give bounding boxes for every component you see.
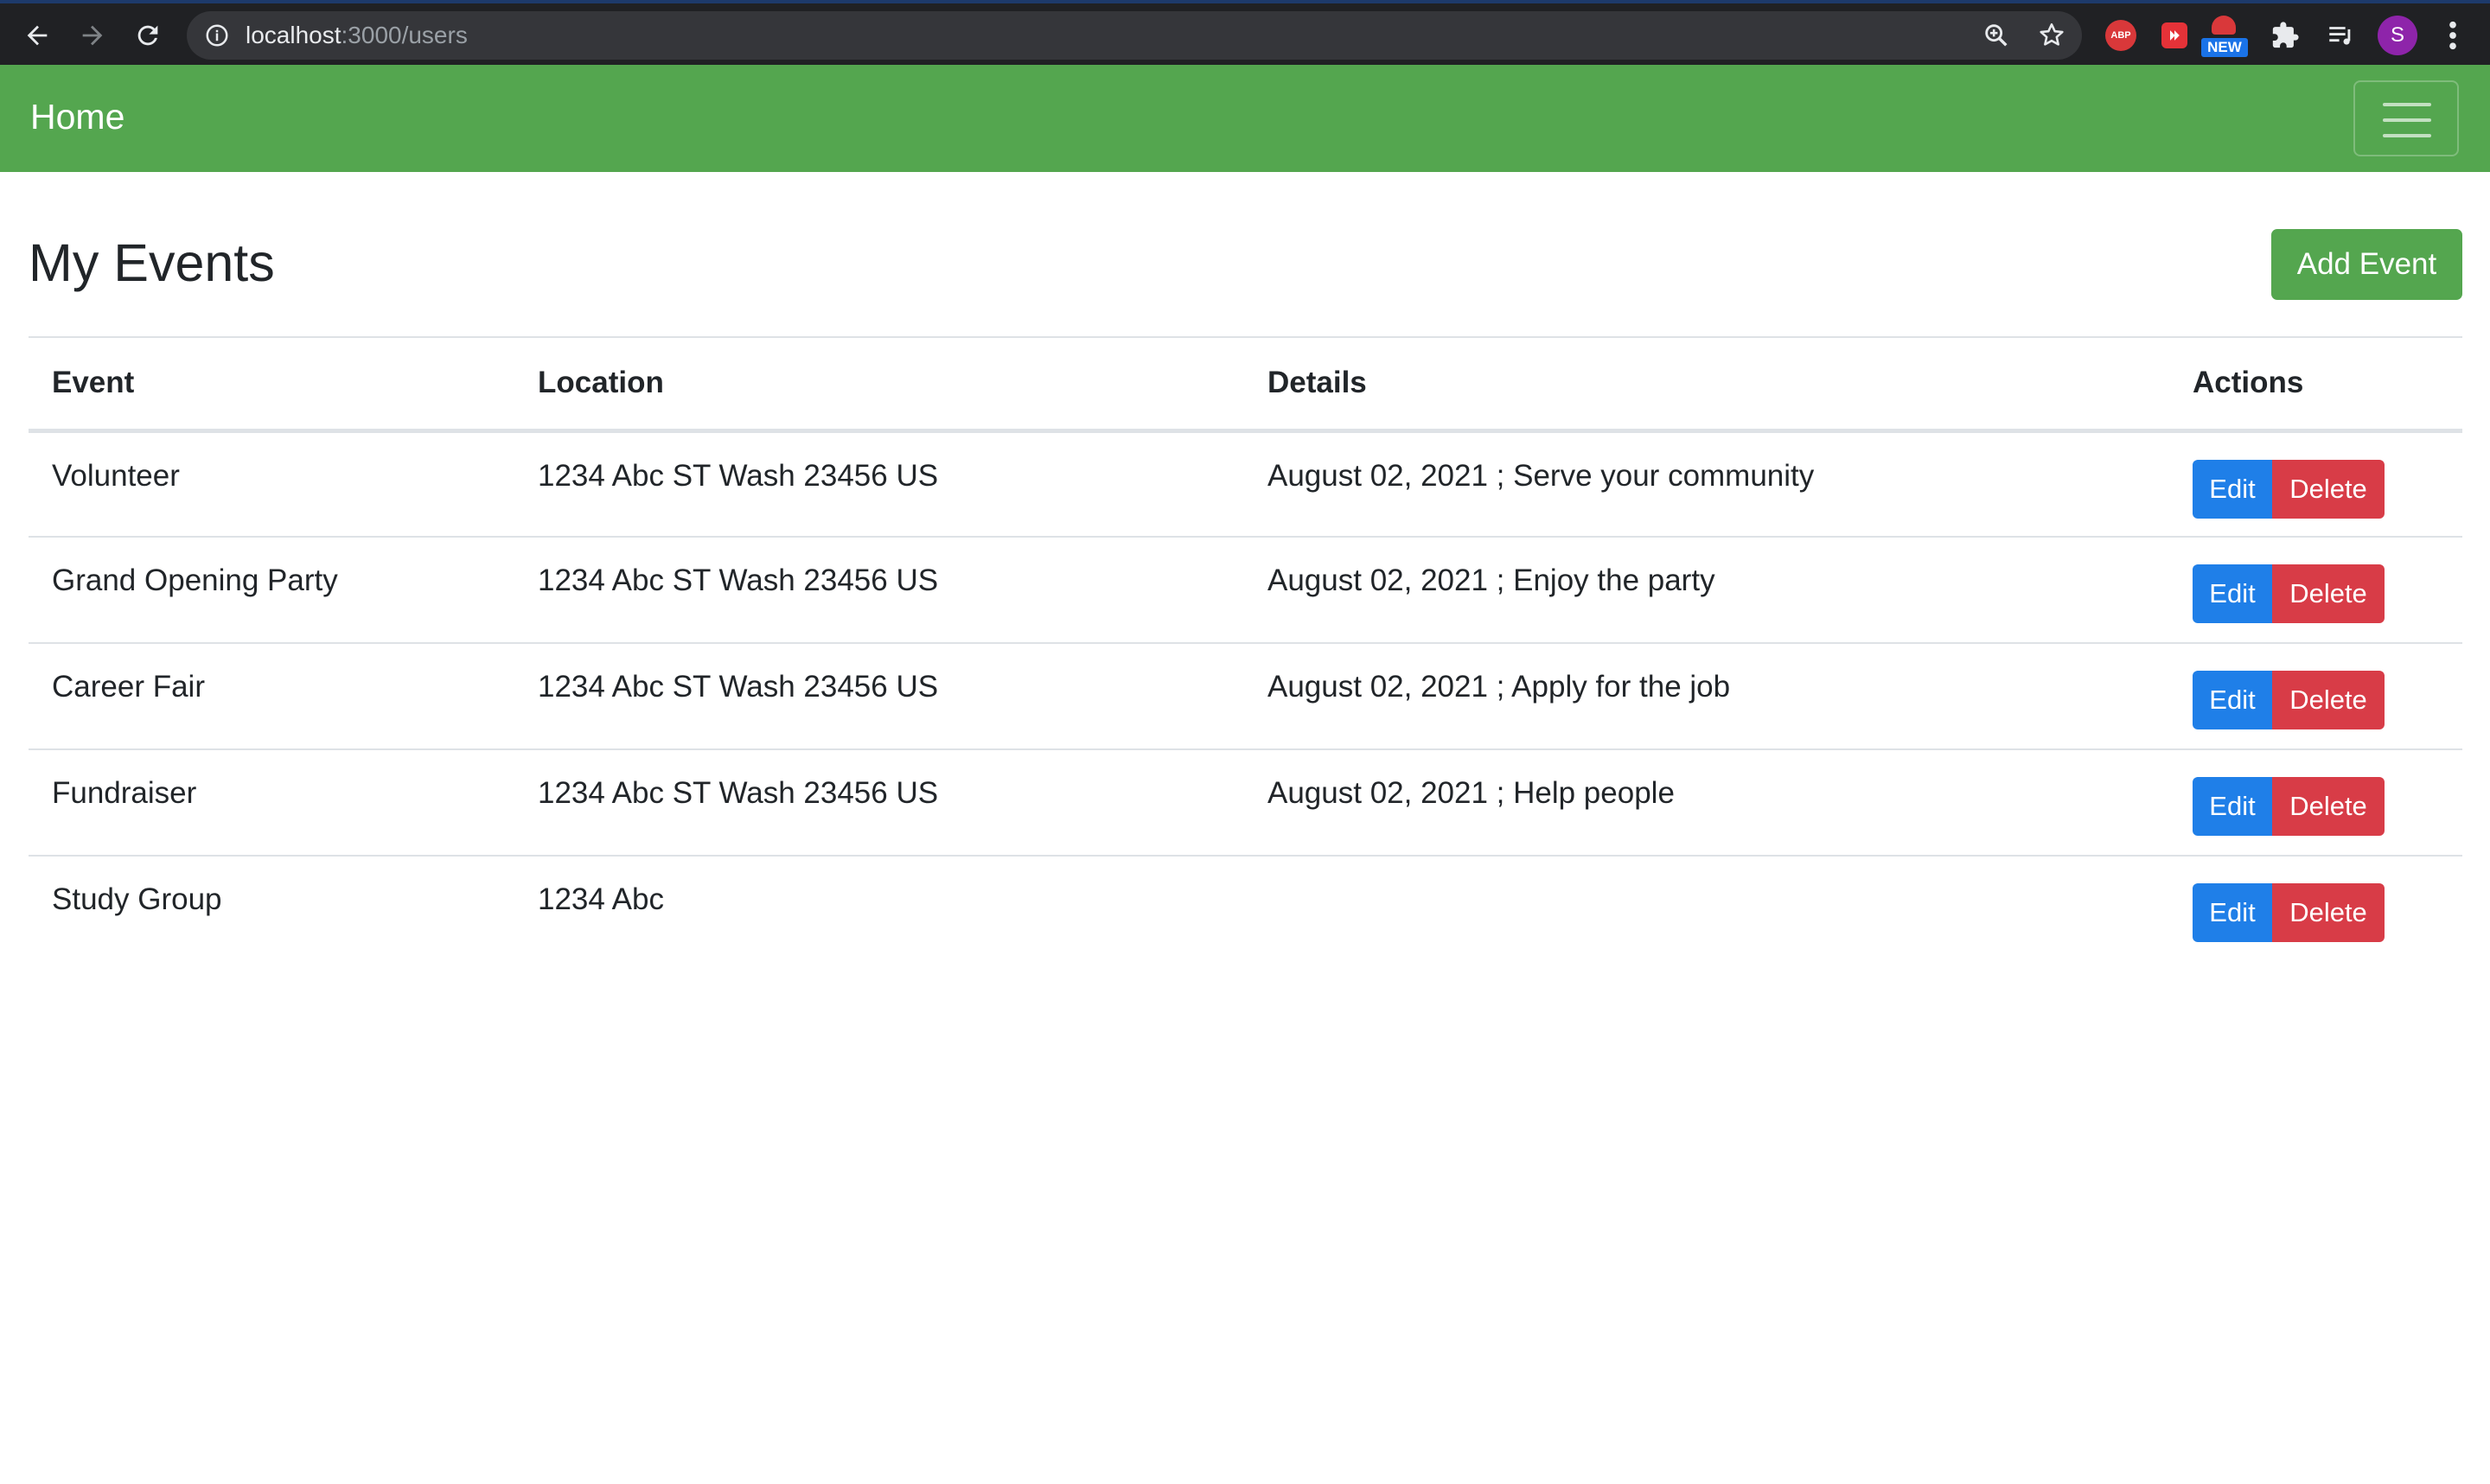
event-name: Study Group — [29, 855, 514, 962]
browser-menu-icon[interactable] — [2440, 17, 2466, 54]
url-text: localhost:3000/users — [246, 22, 468, 48]
navbar-toggler-button[interactable] — [2353, 80, 2459, 156]
hamburger-icon — [2383, 103, 2431, 106]
event-location: 1234 Abc ST Wash 23456 US — [514, 748, 1244, 856]
table-row: Career Fair 1234 Abc ST Wash 23456 US Au… — [29, 642, 2462, 749]
table-header-row: Event Location Details Actions — [29, 336, 2462, 433]
event-details: August 02, 2021 ; Help people — [1244, 748, 2169, 856]
row-actions: Edit Delete — [2169, 642, 2462, 749]
column-header-details: Details — [1244, 336, 2169, 433]
back-icon[interactable] — [16, 14, 59, 57]
bookmark-star-icon[interactable] — [2037, 21, 2066, 50]
row-actions: Edit Delete — [2169, 430, 2462, 537]
page-title: My Events — [29, 233, 275, 292]
row-actions: Edit Delete — [2169, 536, 2462, 643]
site-info-icon[interactable] — [204, 22, 230, 48]
adblock-extension-icon[interactable]: ABP — [2103, 17, 2139, 54]
event-details: August 02, 2021 ; Apply for the job — [1244, 642, 2169, 749]
row-actions: Edit Delete — [2169, 748, 2462, 856]
event-name: Fundraiser — [29, 748, 514, 856]
zoom-icon[interactable] — [1982, 21, 2011, 50]
column-header-actions: Actions — [2169, 336, 2462, 433]
app-navbar: Home — [0, 65, 2490, 172]
column-header-event: Event — [29, 336, 514, 433]
event-location: 1234 Abc — [514, 855, 1244, 962]
event-name: Career Fair — [29, 642, 514, 749]
event-location: 1234 Abc ST Wash 23456 US — [538, 458, 939, 493]
table-row: Volunteer 1234 Abc ST Wash 23456 US Augu… — [29, 430, 2462, 537]
event-details: August 02, 2021 ; Enjoy the party — [1244, 536, 2169, 643]
event-details: August 02, 2021 ; Serve your community — [1267, 458, 1815, 493]
table-row: Study Group 1234 Abc Edit Delete — [29, 855, 2462, 962]
media-queue-icon[interactable] — [2322, 17, 2359, 54]
home-link[interactable]: Home — [30, 94, 124, 139]
event-name: Volunteer — [52, 458, 180, 493]
delete-button[interactable]: Delete — [2272, 459, 2385, 519]
event-name: Grand Opening Party — [29, 536, 514, 643]
edit-button[interactable]: Edit — [2193, 564, 2272, 623]
browser-toolbar: localhost:3000/users ABP NEW S — [0, 0, 2490, 65]
new-extension-icon[interactable]: NEW — [2201, 16, 2248, 59]
add-event-button[interactable]: Add Event — [2271, 229, 2462, 300]
events-table: Event Location Details Actions Volunteer… — [29, 336, 2462, 962]
table-row: Grand Opening Party 1234 Abc ST Wash 234… — [29, 536, 2462, 643]
event-details — [1244, 855, 2169, 962]
delete-button[interactable]: Delete — [2272, 777, 2385, 836]
edit-button[interactable]: Edit — [2193, 671, 2272, 729]
address-bar[interactable]: localhost:3000/users — [187, 11, 2082, 60]
red-extension-icon[interactable] — [2156, 17, 2193, 54]
edit-button[interactable]: Edit — [2193, 883, 2272, 942]
row-actions: Edit Delete — [2169, 855, 2462, 962]
table-row: Fundraiser 1234 Abc ST Wash 23456 US Aug… — [29, 748, 2462, 856]
event-location: 1234 Abc ST Wash 23456 US — [514, 642, 1244, 749]
delete-button[interactable]: Delete — [2272, 883, 2385, 942]
forward-icon[interactable] — [71, 14, 114, 57]
edit-button[interactable]: Edit — [2193, 459, 2272, 519]
event-location: 1234 Abc ST Wash 23456 US — [514, 536, 1244, 643]
delete-button[interactable]: Delete — [2272, 671, 2385, 729]
column-header-location: Location — [514, 336, 1244, 433]
extensions-puzzle-icon[interactable] — [2267, 17, 2303, 54]
edit-button[interactable]: Edit — [2193, 777, 2272, 836]
profile-avatar[interactable]: S — [2378, 16, 2417, 55]
reload-icon[interactable] — [126, 14, 169, 57]
delete-button[interactable]: Delete — [2272, 564, 2385, 623]
